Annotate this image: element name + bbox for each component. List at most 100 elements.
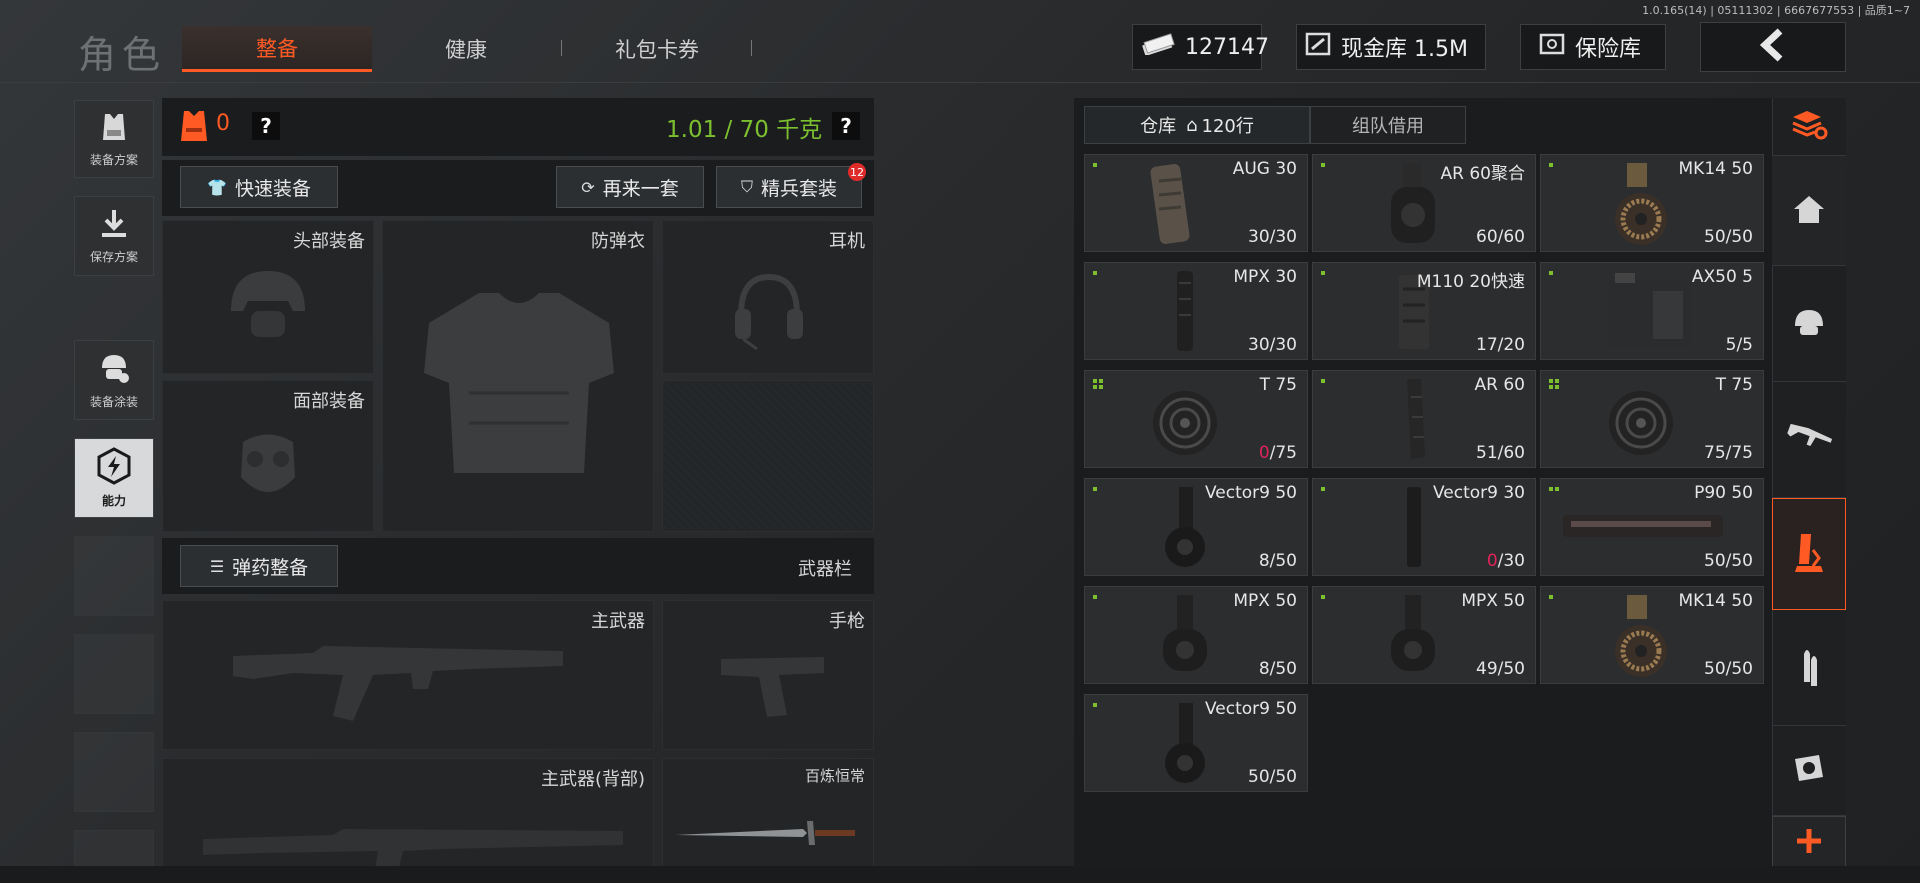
rifle-icon bbox=[1785, 423, 1833, 457]
rail-loadout-plan[interactable]: 装备方案 bbox=[74, 100, 154, 178]
rail-ability[interactable]: 能力 bbox=[74, 438, 154, 518]
weight-help-button[interactable]: ? bbox=[832, 112, 860, 140]
mk14-drum-icon bbox=[1615, 163, 1667, 245]
primary-weapon-back-slot[interactable]: 主武器(背部) bbox=[162, 758, 654, 883]
vest-slot[interactable]: 防弹衣 bbox=[382, 220, 654, 532]
storage-item[interactable]: AR 60聚合 60/60 bbox=[1312, 154, 1536, 252]
again-button[interactable]: ⟳ 再来一套 bbox=[556, 166, 704, 208]
elite-set-badge: 12 bbox=[848, 163, 866, 181]
bullet-icon bbox=[1795, 644, 1823, 692]
storage-item[interactable]: MK14 50 50/50 bbox=[1540, 586, 1764, 684]
tab-team-borrow[interactable]: 组队借用 bbox=[1310, 106, 1466, 144]
safe-icon bbox=[1539, 32, 1565, 62]
rail-label: 装备涂装 bbox=[89, 395, 138, 409]
category-weapons[interactable] bbox=[1772, 382, 1846, 498]
category-ammo-box[interactable] bbox=[1772, 498, 1846, 610]
category-attachments[interactable] bbox=[1772, 726, 1846, 816]
item-size-indicator bbox=[1549, 595, 1559, 599]
melee-slot-label: 百炼恒常 bbox=[804, 767, 865, 785]
item-size-indicator bbox=[1093, 487, 1103, 491]
sort-stack-button[interactable] bbox=[1772, 98, 1846, 156]
storage-item[interactable]: T 75 0/75 bbox=[1084, 370, 1308, 468]
cash-vault-button[interactable]: 现金库 1.5M bbox=[1296, 24, 1486, 70]
mpx-drum-icon bbox=[1163, 595, 1207, 671]
item-count: 0/75 bbox=[1258, 443, 1297, 463]
item-name: MPX 50 bbox=[1233, 591, 1297, 611]
body-armor-icon bbox=[424, 293, 614, 473]
storage-item[interactable]: AR 60 51/60 bbox=[1312, 370, 1536, 468]
item-size-indicator bbox=[1321, 163, 1331, 167]
item-count-empty: 0 bbox=[1486, 551, 1498, 571]
rail-empty-slot bbox=[74, 536, 154, 616]
armor-vest-icon bbox=[178, 108, 210, 148]
back-button[interactable] bbox=[1700, 22, 1846, 72]
helmet-paint-icon bbox=[96, 350, 132, 389]
primary-weapon-slot[interactable]: 主武器 bbox=[162, 600, 654, 750]
rail-equipment-paint[interactable]: 装备涂装 bbox=[74, 340, 154, 420]
category-headgear[interactable] bbox=[1772, 266, 1846, 382]
mpx-drum-icon bbox=[1391, 595, 1435, 671]
tab-health[interactable]: 健康 bbox=[372, 26, 560, 72]
storage-item[interactable]: AUG 30 30/30 bbox=[1084, 154, 1308, 252]
head-slot[interactable]: 头部装备 bbox=[162, 220, 374, 374]
item-name: MK14 50 bbox=[1678, 591, 1753, 611]
storage-item[interactable]: MPX 50 8/50 bbox=[1084, 586, 1308, 684]
storage-item[interactable]: MK14 50 50/50 bbox=[1540, 154, 1764, 252]
mk14-drum-icon bbox=[1615, 595, 1667, 677]
category-home[interactable] bbox=[1772, 156, 1846, 266]
ammo-loadout-button[interactable]: ☰ 弹药整备 bbox=[180, 545, 338, 587]
item-count: 8/50 bbox=[1258, 551, 1297, 571]
item-name: T 75 bbox=[1259, 375, 1297, 395]
mpx-mag-icon bbox=[1177, 271, 1193, 351]
storage-item[interactable]: AX50 5 5/5 bbox=[1540, 262, 1764, 360]
item-size-indicator bbox=[1321, 271, 1331, 275]
storage-item[interactable]: Vector9 30 0/30 bbox=[1312, 478, 1536, 576]
quick-equip-button[interactable]: 👕 快速装备 bbox=[180, 166, 338, 208]
item-name: AUG 30 bbox=[1232, 159, 1297, 179]
shield-icon: ⛉ bbox=[740, 177, 753, 196]
version-info: 1.0.165(14) | 05111302 | 6667677553 | 品质… bbox=[1642, 4, 1910, 17]
storage-item[interactable]: T 75 75/75 bbox=[1540, 370, 1764, 468]
item-name: P90 50 bbox=[1694, 483, 1753, 503]
armor-help-button[interactable]: ? bbox=[252, 112, 280, 140]
pistol-icon bbox=[721, 657, 824, 717]
item-count: 17/20 bbox=[1476, 335, 1525, 355]
melee-slot[interactable]: 百炼恒常 bbox=[662, 758, 874, 883]
again-label: 再来一套 bbox=[602, 177, 679, 200]
storage-item[interactable]: Vector9 50 50/50 bbox=[1084, 694, 1308, 792]
item-size-indicator bbox=[1093, 379, 1103, 389]
item-name: Vector9 50 bbox=[1204, 483, 1297, 503]
elite-set-button[interactable]: ⛉ 精兵套装 bbox=[716, 166, 862, 208]
category-bullets[interactable] bbox=[1772, 610, 1846, 726]
pistol-slot[interactable]: 手枪 bbox=[662, 600, 874, 750]
ammo-box-icon bbox=[1791, 530, 1827, 578]
item-name: MPX 50 bbox=[1461, 591, 1525, 611]
cash-stack-icon bbox=[1141, 33, 1175, 61]
helmet-icon bbox=[231, 271, 305, 337]
headset-slot[interactable]: 耳机 bbox=[662, 220, 874, 374]
storage-item[interactable]: M110 20快速 17/20 bbox=[1312, 262, 1536, 360]
safe-button[interactable]: 保险库 bbox=[1520, 24, 1666, 70]
storage-item[interactable]: MPX 50 49/50 bbox=[1312, 586, 1536, 684]
item-size-indicator bbox=[1549, 163, 1559, 167]
storage-item[interactable]: P90 50 50/50 bbox=[1540, 478, 1764, 576]
add-category-button[interactable] bbox=[1772, 816, 1846, 870]
item-count: 0/30 bbox=[1486, 551, 1525, 571]
item-size-indicator bbox=[1549, 271, 1559, 275]
house-icon: ⌂ bbox=[1186, 114, 1198, 136]
storage-item[interactable]: MPX 30 30/30 bbox=[1084, 262, 1308, 360]
tab-warehouse[interactable]: 仓库 ⌂ 120行 bbox=[1084, 106, 1310, 144]
rail-save-plan[interactable]: 保存方案 bbox=[74, 196, 154, 276]
currency-amount: 127147 bbox=[1185, 34, 1269, 60]
weight-display: 1.01 / 70 千克 bbox=[666, 117, 823, 143]
home-icon bbox=[1792, 193, 1826, 229]
item-size-indicator bbox=[1321, 595, 1331, 599]
ammo-stack-icon: ☰ bbox=[209, 556, 225, 576]
face-slot[interactable]: 面部装备 bbox=[162, 380, 374, 532]
weapons-label: 武器栏 bbox=[798, 559, 852, 580]
tab-gift-coupons[interactable]: 礼包卡券 bbox=[562, 26, 752, 72]
storage-item[interactable]: Vector9 50 8/50 bbox=[1084, 478, 1308, 576]
tab-equipment[interactable]: 整备 bbox=[182, 26, 372, 72]
item-name: MPX 30 bbox=[1233, 267, 1297, 287]
item-name: AR 60聚合 bbox=[1440, 164, 1525, 184]
